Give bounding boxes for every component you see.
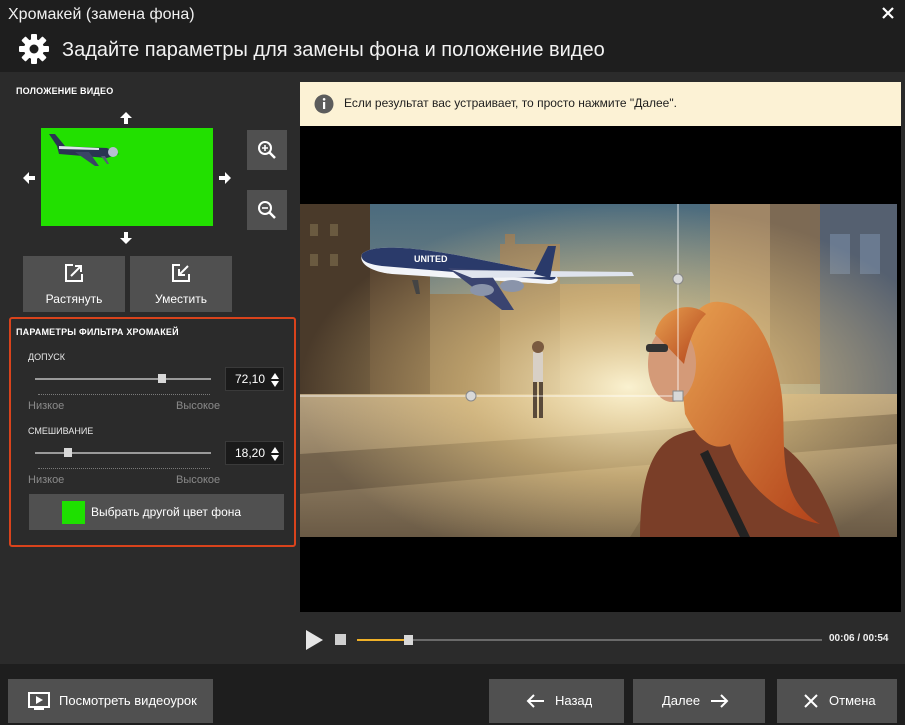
fit-label: Уместить bbox=[155, 292, 207, 306]
zoom-out-icon bbox=[258, 201, 276, 219]
current-time: 00:06 bbox=[829, 633, 855, 644]
position-section-title: ПОЛОЖЕНИЕ ВИДЕО bbox=[16, 86, 114, 96]
zoom-out-button[interactable] bbox=[247, 190, 287, 230]
blending-high-label: Высокое bbox=[176, 474, 221, 486]
tolerance-high-label: Высокое bbox=[176, 400, 221, 412]
blending-label: СМЕШИВАНИЕ bbox=[28, 426, 94, 436]
stretch-icon bbox=[65, 264, 83, 282]
blending-low-label: Низкое bbox=[28, 474, 65, 486]
video-tutorial-icon bbox=[28, 692, 50, 710]
back-button[interactable]: Назад bbox=[489, 679, 624, 723]
info-icon bbox=[314, 94, 334, 114]
arrow-right-icon[interactable] bbox=[218, 171, 232, 185]
stretch-label: Растянуть bbox=[45, 292, 103, 306]
watch-tutorial-button[interactable]: Посмотреть видеоурок bbox=[8, 679, 213, 723]
tolerance-value: 72,10 bbox=[234, 372, 265, 386]
fit-icon bbox=[172, 264, 190, 282]
arrow-right-icon bbox=[711, 694, 729, 708]
choose-background-color-button[interactable]: Выбрать другой цвет фона bbox=[29, 494, 284, 530]
tolerance-low-label: Низкое bbox=[28, 400, 65, 412]
airplane-thumbnail bbox=[49, 134, 119, 166]
tolerance-spinbox[interactable]: 72,10 bbox=[225, 367, 284, 391]
cancel-icon bbox=[804, 694, 818, 708]
cancel-label: Отмена bbox=[829, 693, 876, 708]
timeline-thumb[interactable] bbox=[404, 635, 414, 645]
zoom-in-button[interactable] bbox=[247, 130, 287, 170]
header: Задайте параметры для замены фона и поло… bbox=[0, 30, 905, 72]
time-display: 00:06 / 00:54 bbox=[829, 633, 889, 644]
tolerance-slider[interactable] bbox=[35, 378, 211, 380]
spin-up-icon[interactable] bbox=[270, 445, 280, 454]
time-separator: / bbox=[854, 633, 863, 644]
blending-value: 18,20 bbox=[234, 446, 265, 460]
title-bar: Хромакей (замена фона) bbox=[0, 0, 905, 30]
key-color-swatch bbox=[62, 501, 85, 524]
blending-slider-thumb[interactable] bbox=[64, 448, 73, 457]
next-button[interactable]: Далее bbox=[633, 679, 765, 723]
resize-handle-corner[interactable] bbox=[672, 390, 684, 402]
video-position-preview[interactable] bbox=[41, 128, 213, 226]
footer-bar: Посмотреть видеоурок Назад Далее Отмена bbox=[0, 664, 905, 725]
timeline-bar[interactable] bbox=[357, 635, 822, 645]
total-time: 00:54 bbox=[862, 633, 889, 644]
spin-down-icon[interactable] bbox=[270, 380, 280, 389]
info-notice: Если результат вас устраивает, то просто… bbox=[300, 82, 901, 126]
blending-scale bbox=[38, 468, 210, 469]
play-icon[interactable] bbox=[304, 629, 324, 651]
back-label: Назад bbox=[555, 693, 593, 708]
timeline-progress bbox=[357, 639, 409, 641]
blending-spinbox[interactable]: 18,20 bbox=[225, 441, 284, 465]
choose-color-label: Выбрать другой цвет фона bbox=[91, 505, 242, 519]
video-frame: UNITED bbox=[300, 204, 897, 537]
spin-down-icon[interactable] bbox=[270, 454, 280, 463]
video-preview[interactable]: UNITED bbox=[300, 204, 897, 537]
player-controls: 00:06 / 00:54 bbox=[300, 612, 901, 664]
fit-button[interactable]: Уместить bbox=[130, 256, 232, 312]
window-title: Хромакей (замена фона) bbox=[8, 6, 195, 23]
stop-icon[interactable] bbox=[335, 634, 346, 645]
next-label: Далее bbox=[662, 693, 701, 708]
tolerance-label: ДОПУСК bbox=[28, 352, 66, 362]
notice-text: Если результат вас устраивает, то просто… bbox=[344, 96, 677, 110]
tolerance-scale bbox=[38, 394, 210, 395]
close-icon[interactable] bbox=[879, 4, 897, 22]
filter-section-title: ПАРАМЕТРЫ ФИЛЬТРА ХРОМАКЕЙ bbox=[16, 327, 179, 337]
arrow-up-icon[interactable] bbox=[119, 111, 133, 125]
tolerance-slider-thumb[interactable] bbox=[157, 374, 166, 383]
watch-tutorial-label: Посмотреть видеоурок bbox=[59, 693, 197, 708]
spin-up-icon[interactable] bbox=[270, 371, 280, 380]
zoom-in-icon bbox=[258, 141, 276, 159]
arrow-left-icon bbox=[526, 694, 544, 708]
gear-icon bbox=[19, 34, 49, 64]
airplane-livery: UNITED bbox=[414, 254, 448, 264]
blending-slider[interactable] bbox=[35, 452, 211, 454]
arrow-left-icon[interactable] bbox=[22, 171, 36, 185]
position-handle-left[interactable] bbox=[465, 390, 477, 402]
header-title: Задайте параметры для замены фона и поло… bbox=[62, 39, 605, 61]
stretch-button[interactable]: Растянуть bbox=[23, 256, 125, 312]
arrow-down-icon[interactable] bbox=[119, 231, 133, 245]
position-handle-top[interactable] bbox=[672, 273, 684, 285]
cancel-button[interactable]: Отмена bbox=[777, 679, 897, 723]
